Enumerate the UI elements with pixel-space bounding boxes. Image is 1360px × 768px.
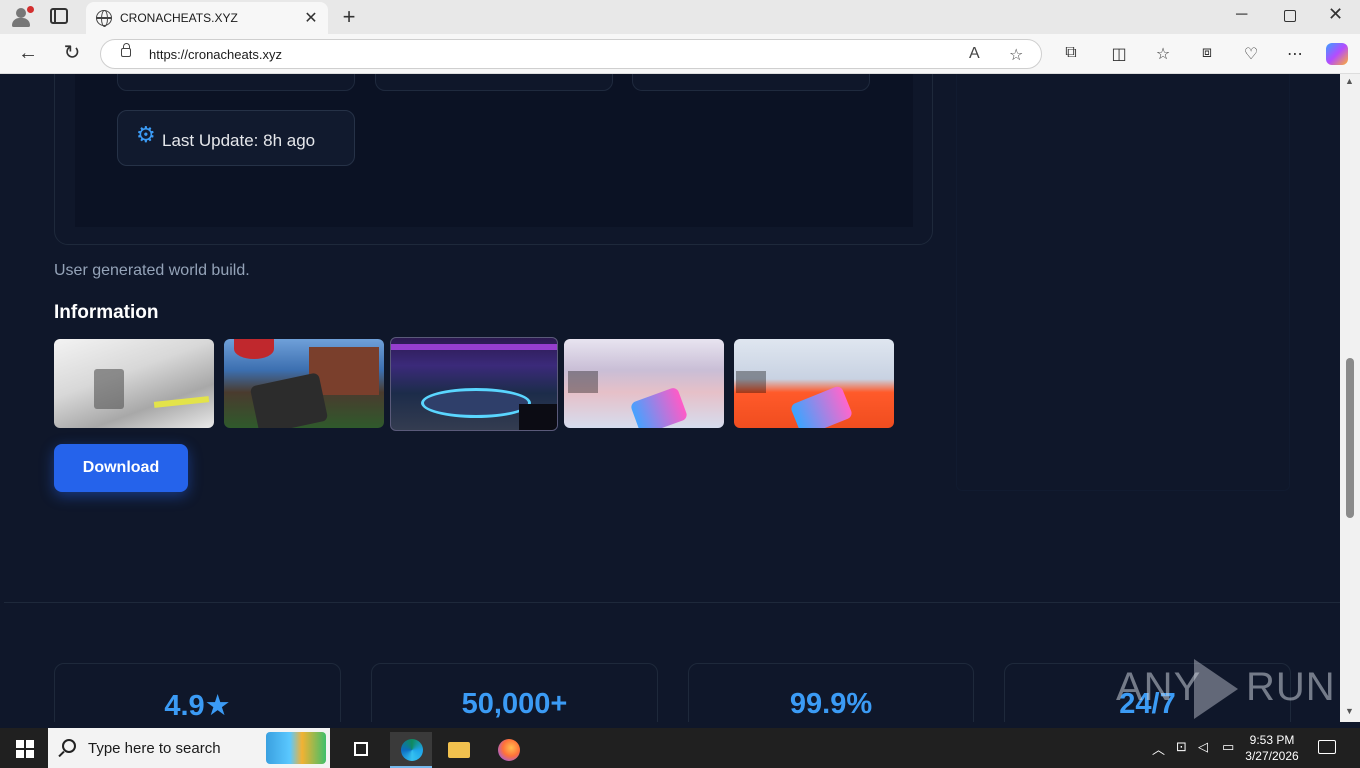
last-update-text: Last Update: 8h ago [162,131,316,150]
taskbar-clock[interactable]: 9:53 PM 3/27/2026 [1240,732,1304,764]
clock-time: 9:53 PM [1249,733,1295,747]
window-close-button[interactable]: ✕ [1328,4,1343,25]
section-divider [4,602,1340,603]
info-pill [375,74,613,91]
tab-close-icon[interactable]: ✕ [302,8,320,28]
page-content: ⚙ Last Update: 8h ago User generated wor… [4,74,1340,722]
windows-taskbar: Type here to search ︿ ⊡ ◁ ▭ 9:53 PM 3/27… [0,728,1360,768]
new-tab-button[interactable]: + [338,4,360,30]
gear-icon: ⚙ [136,122,156,147]
lock-icon[interactable] [121,43,131,57]
favorite-star-icon[interactable]: ☆ [1009,45,1023,65]
task-view-icon [354,742,368,756]
screenshot-thumbnail[interactable] [734,339,894,428]
volume-icon[interactable]: ◁ [1198,739,1208,755]
stat-value: 50,000+ [461,688,568,720]
windows-start-icon[interactable] [16,740,34,758]
tab-actions-icon[interactable] [50,8,68,24]
read-aloud-icon[interactable]: A [969,45,980,63]
more-menu-icon[interactable]: ⋯ [1284,44,1306,64]
address-bar[interactable]: https://cronacheats.xyz A ☆ [100,39,1042,69]
minimize-button[interactable]: ─ [1236,6,1247,24]
screenshot-thumbnail[interactable] [564,339,724,428]
browser-tab-bar: CRONACHEATS.XYZ ✕ + ─ ✕ [0,0,1360,34]
anyrun-watermark: ANY RUN [1116,655,1335,719]
search-highlight-image [266,732,326,764]
scroll-down-arrow-icon[interactable]: ▼ [1345,706,1354,716]
tab-title: CRONACHEATS.XYZ [120,11,238,25]
copilot-icon[interactable] [1326,43,1348,65]
collections-icon[interactable]: ⧈ [1196,44,1218,62]
tab-cronacheats[interactable]: CRONACHEATS.XYZ ✕ [86,2,328,34]
clock-date: 3/27/2026 [1245,749,1299,763]
split-screen-icon[interactable]: ◫ [1108,44,1130,64]
browser-essentials-icon[interactable]: ♡ [1240,44,1262,64]
taskbar-file-explorer[interactable] [438,732,480,768]
play-icon [1194,659,1238,719]
screenshot-thumbnail[interactable] [224,339,384,428]
globe-icon [96,10,112,27]
favorites-icon[interactable]: ☆ [1152,44,1174,64]
browser-toolbar: ← ↻ https://cronacheats.xyz A ☆ ⧉ ◫ ☆ ⧈ … [0,34,1360,74]
url-text[interactable]: https://cronacheats.xyz [149,47,282,62]
taskbar-firefox[interactable] [488,732,530,768]
stat-card-uptime: 99.9% [688,663,974,722]
taskbar-search-box[interactable]: Type here to search [48,728,330,768]
restore-button[interactable] [1284,10,1296,22]
edge-browser-icon [401,739,423,761]
stat-value: 4.9★ [164,690,231,722]
info-pill [117,74,355,91]
extensions-icon[interactable]: ⧉ [1060,44,1082,62]
info-pill [632,74,870,91]
download-button[interactable]: Download [54,444,188,492]
firefox-icon [498,739,520,761]
refresh-icon[interactable]: ↻ [60,42,84,64]
watermark-right-text: RUN [1246,665,1336,709]
taskbar-edge[interactable] [390,732,432,768]
profile-icon[interactable] [10,6,34,28]
meet-now-icon[interactable]: ⊡ [1176,739,1187,755]
information-heading: Information [54,302,159,323]
last-update-pill: ⚙ Last Update: 8h ago [117,110,355,166]
stat-card-users: 50,000+ [371,663,658,722]
page-scrollbar[interactable]: ▲ ▼ [1340,74,1360,722]
screenshot-thumbnail[interactable] [54,339,214,428]
tray-chevron-icon[interactable]: ︿ [1152,739,1165,758]
description: User generated world build. [54,262,250,279]
sidebar-card [956,74,1290,491]
stat-card-rating: 4.9★ [54,663,341,722]
stat-value: 99.9% [789,688,873,720]
back-arrow-icon[interactable]: ← [16,42,40,64]
screenshot-thumbnail[interactable] [390,337,558,431]
search-placeholder: Type here to search [88,740,221,757]
task-view-button[interactable] [340,732,382,768]
search-icon [62,739,76,753]
scroll-thumb[interactable] [1346,358,1354,518]
watermark-left-text: ANY [1116,665,1202,709]
network-icon[interactable]: ▭ [1222,739,1234,755]
notifications-icon[interactable] [1318,740,1336,754]
folder-icon [448,742,470,758]
scroll-up-arrow-icon[interactable]: ▲ [1345,76,1354,86]
